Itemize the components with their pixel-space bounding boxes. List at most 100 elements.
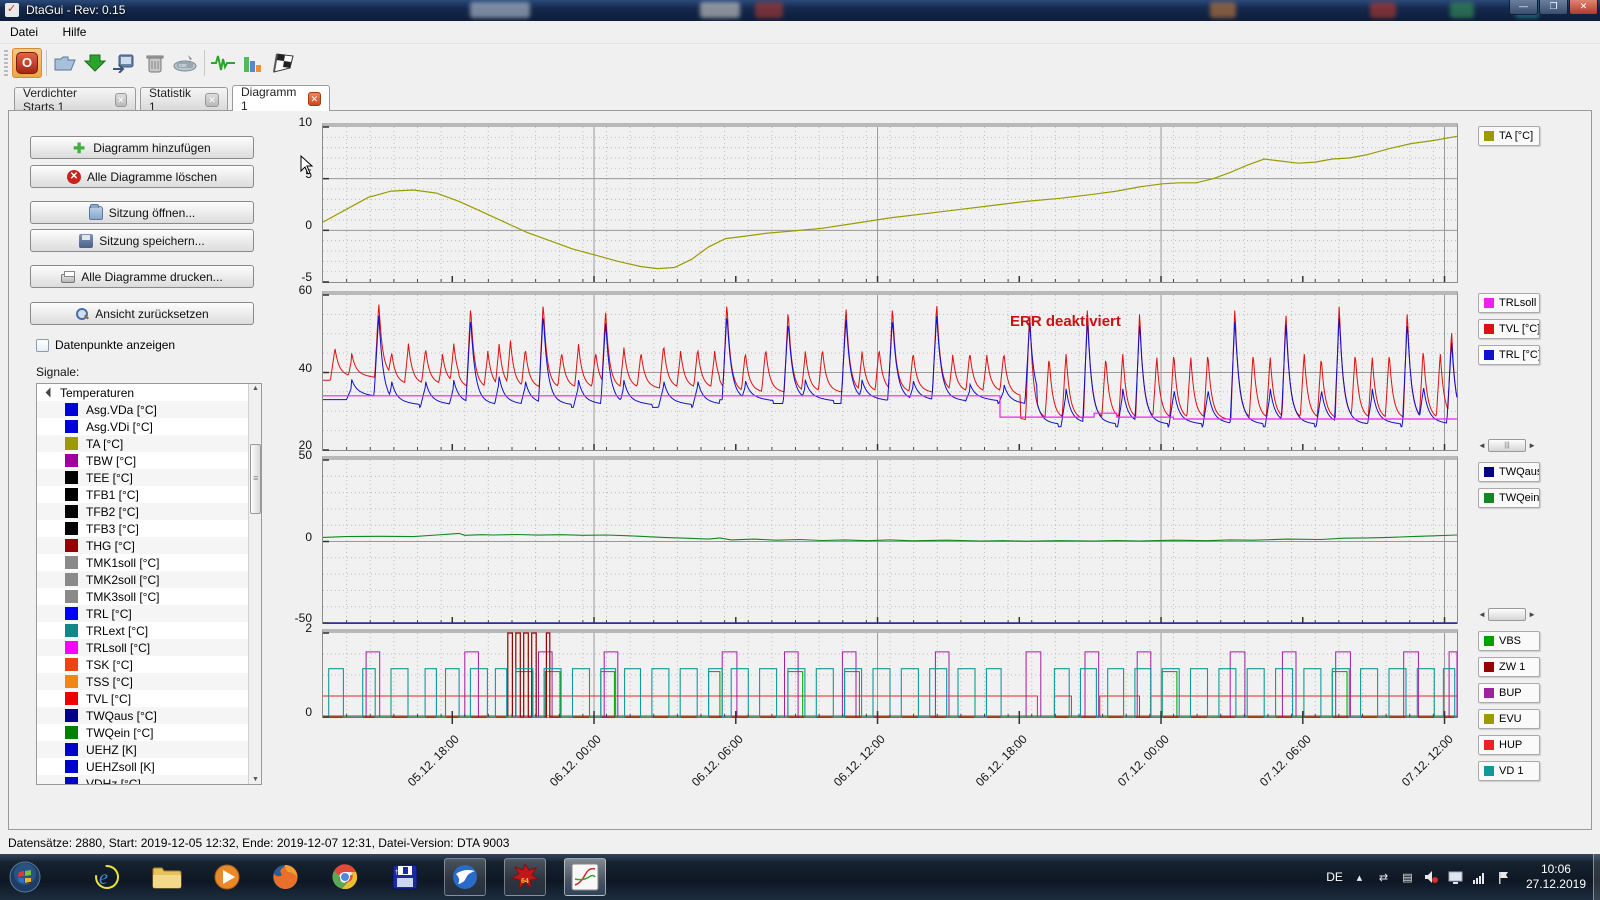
tab-close-icon[interactable]: ✕: [205, 93, 219, 107]
legend-item[interactable]: VD 1: [1478, 761, 1540, 781]
sync-tray-icon[interactable]: ⇄: [1376, 870, 1391, 885]
close-button[interactable]: ✕: [1569, 0, 1598, 15]
scroll-left-icon[interactable]: ◄: [1478, 610, 1486, 619]
reset-view-button[interactable]: Ansicht zurücksetzen: [30, 302, 254, 325]
chart-panel-source-temps[interactable]: [322, 456, 1458, 624]
csv-export-button[interactable]: csv: [170, 48, 200, 78]
p2-h-scrollbar[interactable]: ◄|||►: [1478, 438, 1536, 453]
download-button[interactable]: [80, 48, 110, 78]
title-bar[interactable]: DtaGui - Rev: 0.15 — ❐ ✕: [0, 0, 1600, 21]
tree-group-temperaturen[interactable]: Temperaturen: [37, 384, 261, 401]
legend-item[interactable]: TRL [°C]: [1478, 345, 1540, 365]
signal-row[interactable]: TSK [°C]: [37, 656, 261, 673]
signal-row[interactable]: TMK1soll [°C]: [37, 554, 261, 571]
chart-panel-heating-temps[interactable]: ERR deaktiviert: [322, 291, 1458, 451]
diagram-button[interactable]: [208, 48, 238, 78]
signal-row[interactable]: TMK2soll [°C]: [37, 571, 261, 588]
signal-row[interactable]: TWQaus [°C]: [37, 707, 261, 724]
scroll-down-icon[interactable]: ▼: [252, 776, 259, 783]
tree-expand-icon[interactable]: [46, 388, 56, 398]
chart-panel-outdoor-temp[interactable]: [322, 123, 1458, 283]
signal-row[interactable]: Asg.VDa [°C]: [37, 401, 261, 418]
menu-datei[interactable]: Datei: [0, 21, 48, 43]
taskbar-internet-explorer[interactable]: e: [86, 858, 128, 896]
delete-button[interactable]: [140, 48, 170, 78]
chart-panel-digital-signals[interactable]: [322, 629, 1458, 718]
signal-row[interactable]: TFB2 [°C]: [37, 503, 261, 520]
menu-hilfe[interactable]: Hilfe: [52, 21, 96, 43]
legend-item[interactable]: EVU: [1478, 709, 1540, 729]
taskbar-clock[interactable]: 10:06 27.12.2019: [1520, 862, 1592, 892]
legend-item[interactable]: TA [°C]: [1478, 126, 1540, 146]
taskbar-dtagui[interactable]: [564, 858, 606, 896]
hidden-icons-chevron[interactable]: ▴: [1352, 870, 1367, 885]
signal-row[interactable]: UEHZsoll [K]: [37, 758, 261, 775]
save-session-button[interactable]: Sitzung speichern...: [30, 229, 254, 252]
clipboard-tray-icon[interactable]: ▤: [1400, 870, 1415, 885]
scroll-thumb[interactable]: |||: [1488, 439, 1526, 452]
taskbar-chrome[interactable]: [324, 858, 366, 896]
signal-list-scrollbar[interactable]: ▲ ▼: [248, 384, 261, 784]
verdichter-starts-button[interactable]: [268, 48, 298, 78]
tab-statistik[interactable]: Statistik 1 ✕: [140, 87, 228, 111]
toolbar-grip[interactable]: [4, 50, 8, 76]
signal-row[interactable]: TMK3soll [°C]: [37, 588, 261, 605]
legend-item[interactable]: TWQein [°: [1478, 488, 1540, 508]
signal-row[interactable]: TFB3 [°C]: [37, 520, 261, 537]
scroll-left-icon[interactable]: ◄: [1478, 441, 1486, 450]
scroll-right-icon[interactable]: ►: [1528, 441, 1536, 450]
taskbar-media-player[interactable]: [206, 858, 248, 896]
flag-tray-icon[interactable]: [1496, 870, 1511, 885]
show-desktop-button[interactable]: [1593, 854, 1600, 900]
tab-diagramm[interactable]: Diagramm 1 ✕: [232, 85, 330, 111]
open-session-button[interactable]: Sitzung öffnen...: [30, 201, 254, 224]
legend-item[interactable]: VBS: [1478, 631, 1540, 651]
signal-row[interactable]: Asg.VDi [°C]: [37, 418, 261, 435]
language-indicator[interactable]: DE: [1326, 870, 1343, 884]
signal-row[interactable]: TA [°C]: [37, 435, 261, 452]
p3-h-scrollbar[interactable]: ◄►: [1478, 607, 1536, 622]
power-quit-button[interactable]: [12, 48, 42, 78]
signal-row[interactable]: TFB1 [°C]: [37, 486, 261, 503]
tab-close-icon[interactable]: ✕: [308, 92, 321, 106]
scroll-right-icon[interactable]: ►: [1528, 610, 1536, 619]
start-button[interactable]: [4, 858, 46, 896]
signal-row[interactable]: TWQein [°C]: [37, 724, 261, 741]
show-datapoints-checkbox[interactable]: [36, 339, 49, 352]
signal-row[interactable]: TRLext [°C]: [37, 622, 261, 639]
taskbar-blue-disk-app[interactable]: †: [384, 858, 426, 896]
volume-tray-icon[interactable]: [1424, 870, 1439, 885]
signal-row[interactable]: TRL [°C]: [37, 605, 261, 622]
scrollbar-thumb[interactable]: [250, 444, 261, 514]
legend-item[interactable]: TVL [°C]: [1478, 319, 1540, 339]
statistic-button[interactable]: [238, 48, 268, 78]
signal-row[interactable]: TVL [°C]: [37, 690, 261, 707]
signal-list[interactable]: Temperaturen Asg.VDa [°C]Asg.VDi [°C]TA …: [36, 383, 262, 785]
legend-item[interactable]: HUP: [1478, 735, 1540, 755]
taskbar-thunderbird[interactable]: [444, 858, 486, 896]
taskbar-firefox[interactable]: [264, 858, 306, 896]
delete-all-diagrams-button[interactable]: ✕ Alle Diagramme löschen: [30, 165, 254, 188]
signal-row[interactable]: VDHz [°C]: [37, 775, 261, 785]
display-tray-icon[interactable]: [1448, 870, 1463, 885]
signal-row[interactable]: TRLsoll [°C]: [37, 639, 261, 656]
legend-item[interactable]: BUP: [1478, 683, 1540, 703]
scroll-thumb[interactable]: [1488, 608, 1526, 621]
taskbar-red-64-app[interactable]: 64: [504, 858, 546, 896]
legend-item[interactable]: TRLsoll [°C: [1478, 293, 1540, 313]
signal-row[interactable]: THG [°C]: [37, 537, 261, 554]
legend-item[interactable]: TWQaus [°: [1478, 462, 1540, 482]
print-all-diagrams-button[interactable]: Alle Diagramme drucken...: [30, 265, 254, 288]
signal-row[interactable]: TEE [°C]: [37, 469, 261, 486]
scroll-up-icon[interactable]: ▲: [252, 385, 259, 392]
import-button[interactable]: [108, 48, 138, 78]
minimize-button[interactable]: —: [1509, 0, 1538, 15]
network-tray-icon[interactable]: [1472, 870, 1487, 885]
taskbar-explorer[interactable]: [146, 858, 188, 896]
tab-close-icon[interactable]: ✕: [115, 93, 127, 107]
signal-row[interactable]: TBW [°C]: [37, 452, 261, 469]
signal-row[interactable]: UEHZ [K]: [37, 741, 261, 758]
signal-row[interactable]: TSS [°C]: [37, 673, 261, 690]
legend-item[interactable]: ZW 1: [1478, 657, 1540, 677]
tab-verdichter-starts[interactable]: Verdichter Starts 1 ✕: [14, 87, 136, 111]
